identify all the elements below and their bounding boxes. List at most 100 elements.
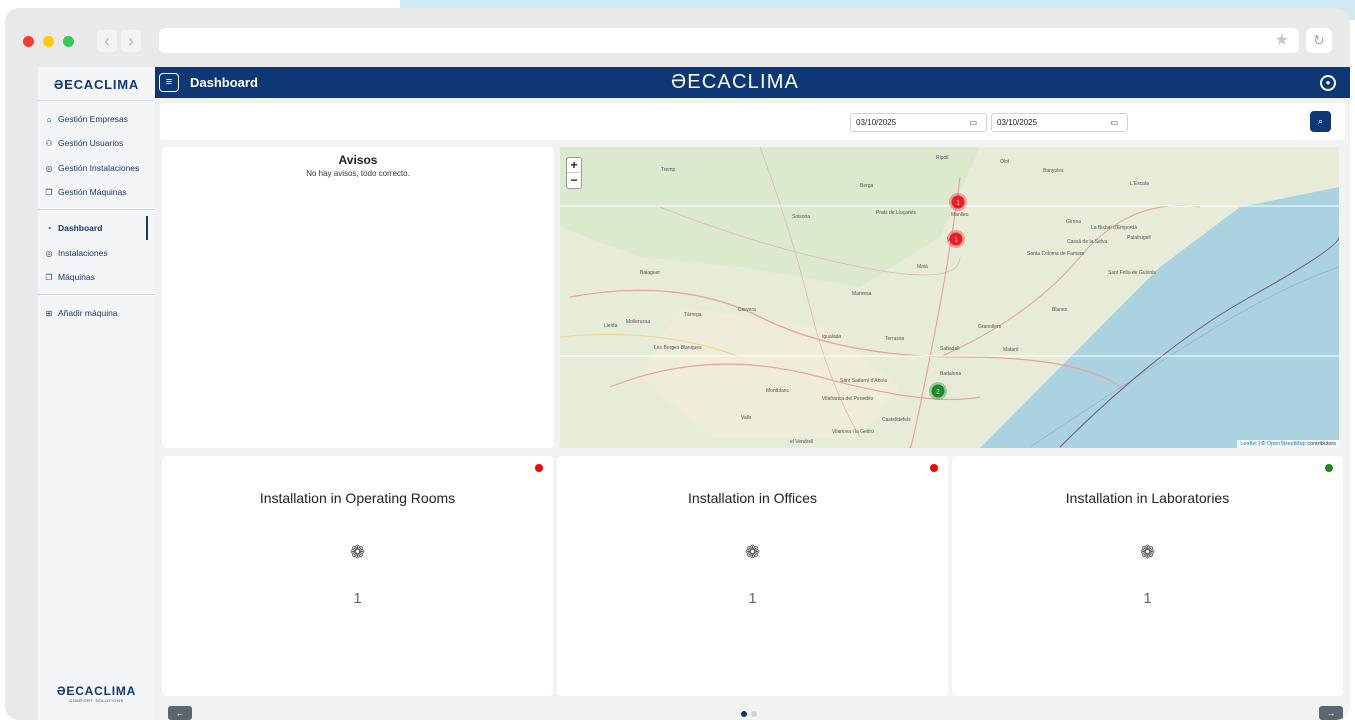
- filter-bar: 03/10/2025 ▭ 03/10/2025 ▭ ⌕: [160, 103, 1345, 140]
- address-bar[interactable]: ★: [159, 28, 1299, 53]
- next-page-button[interactable]: →: [1319, 706, 1343, 720]
- attribution-separator: | ©: [1256, 441, 1267, 447]
- place-label: Sabadell: [940, 346, 959, 352]
- browser-chrome: ‹ › ★ ↻: [5, 8, 1350, 66]
- place-label: Tàrrega: [684, 312, 702, 318]
- leaflet-link[interactable]: Leaflet: [1240, 441, 1257, 447]
- attribution-tail: contributors: [1305, 441, 1336, 447]
- date-to-value: 03/10/2025: [997, 118, 1038, 127]
- map-marker[interactable]: 2: [929, 382, 947, 400]
- machine-count: 1: [748, 590, 757, 607]
- place-label: Manlleu: [951, 212, 969, 218]
- place-label: Les Borges Blanques: [654, 345, 702, 351]
- calendar-icon[interactable]: ▭: [1110, 114, 1118, 131]
- maximize-window-button[interactable]: [63, 36, 74, 47]
- sidebar-item-label: Gestión Instalaciones: [58, 163, 140, 173]
- place-label: el Vendrell: [790, 439, 813, 445]
- page-indicator[interactable]: [751, 711, 757, 717]
- active-indicator: [146, 216, 148, 240]
- alerts-message: No hay avisos, todo correcto.: [306, 169, 410, 178]
- zoom-out-button[interactable]: −: [567, 173, 581, 188]
- close-window-button[interactable]: [23, 36, 34, 47]
- sidebar-item-maquinas[interactable]: ❐ Máquinas: [38, 265, 151, 289]
- machine-count: 1: [1143, 590, 1152, 607]
- date-from-value: 03/10/2025: [856, 118, 897, 127]
- place-label: Olot: [1000, 159, 1010, 165]
- place-label: Banyoles: [1043, 168, 1064, 174]
- map-overlay: Tremp Ripoll Olot Banyoles Berga L'Escal…: [604, 155, 1156, 445]
- sidebar-item-gestion-empresas[interactable]: ⌂ Gestión Empresas: [38, 107, 151, 131]
- sidebar-footer-logo: ƏECACLIMA COMFORT SOLUTIONS: [38, 684, 155, 703]
- sidebar-item-anadir-maquina[interactable]: ⊞ Añadir máquina: [38, 301, 151, 325]
- place-label: Solsona: [792, 214, 810, 220]
- forward-button[interactable]: ›: [121, 30, 141, 52]
- place-label: Ripoll: [936, 155, 949, 161]
- top-bar: ≡ Dashboard ƏECACLIMA ●: [155, 67, 1350, 98]
- location-pin-icon: ◎: [45, 163, 53, 173]
- installation-card[interactable]: Installation in Laboratories ❁ 1: [952, 456, 1343, 696]
- search-icon: ⌕: [1317, 116, 1324, 126]
- place-label: Blanes: [1052, 307, 1068, 313]
- sidebar-item-label: Instalaciones: [58, 248, 108, 258]
- sidebar-logo: ƏECACLIMA: [38, 67, 155, 101]
- place-label: Berga: [860, 183, 874, 189]
- installation-title: Installation in Laboratories: [1065, 490, 1230, 506]
- sidebar-item-label: Gestión Usuarios: [58, 138, 124, 148]
- place-label: Girona: [1066, 219, 1081, 225]
- sidebar-item-gestion-usuarios[interactable]: ⚇ Gestión Usuarios: [38, 131, 151, 155]
- place-label: Montblanc: [766, 388, 790, 394]
- sidebar-item-gestion-maquinas[interactable]: ❐ Gestión Máquinas: [38, 180, 151, 204]
- fan-icon: ❁: [744, 542, 761, 562]
- minimize-window-button[interactable]: [43, 36, 54, 47]
- reload-icon[interactable]: ↻: [1306, 28, 1332, 53]
- browser-window: ‹ › ★ ↻ ƏECACLIMA ⌂ Gestión Empresas ⚇ G…: [5, 8, 1350, 720]
- place-label: Valls: [741, 415, 752, 421]
- sidebar-item-label: Gestión Empresas: [58, 114, 128, 124]
- search-button[interactable]: ⌕: [1310, 111, 1331, 132]
- menu-toggle-button[interactable]: ≡: [159, 73, 179, 92]
- map-marker[interactable]: 1: [949, 193, 967, 211]
- place-label: Mataró: [1003, 347, 1019, 353]
- place-label: La Bisbal d'Empordà: [1091, 225, 1137, 231]
- sidebar-item-instalaciones[interactable]: ◎ Instalaciones: [38, 241, 151, 265]
- date-to-input[interactable]: 03/10/2025 ▭: [991, 113, 1128, 132]
- star-icon[interactable]: ★: [1275, 30, 1289, 51]
- map[interactable]: Tremp Ripoll Olot Banyoles Berga L'Escal…: [560, 147, 1339, 448]
- place-label: Prats de Lluçanès: [876, 210, 917, 216]
- place-label: Badalona: [940, 371, 961, 377]
- user-account-icon[interactable]: ●: [1320, 75, 1336, 91]
- sidebar-item-gestion-instalaciones[interactable]: ◎ Gestión Instalaciones: [38, 156, 151, 180]
- status-indicator: [1325, 464, 1333, 472]
- place-label: Granollers: [978, 324, 1002, 330]
- page-indicator-active[interactable]: [741, 711, 747, 717]
- osm-link[interactable]: OpenStreetMap: [1267, 441, 1306, 447]
- place-label: Vilanova i la Geltrú: [832, 429, 874, 435]
- installation-card[interactable]: Installation in Offices ❁ 1: [557, 456, 948, 696]
- place-label: Mollerussa: [626, 319, 650, 325]
- machine-icon: ❐: [45, 272, 53, 282]
- zoom-in-button[interactable]: +: [567, 158, 581, 173]
- date-from-input[interactable]: 03/10/2025 ▭: [850, 113, 987, 132]
- users-icon: ⚇: [45, 138, 53, 148]
- place-label: Balaguer: [640, 270, 660, 276]
- sidebar-item-dashboard[interactable]: ◔ Dashboard: [38, 216, 151, 240]
- sidebar: ƏECACLIMA ⌂ Gestión Empresas ⚇ Gestión U…: [38, 67, 155, 720]
- status-indicator: [930, 464, 938, 472]
- page-title: Dashboard: [190, 75, 258, 90]
- status-indicator: [535, 464, 543, 472]
- machine-count: 1: [353, 590, 362, 607]
- header-logo: ƏECACLIMA: [671, 71, 800, 93]
- place-label: Terrassa: [885, 336, 904, 342]
- sidebar-item-label: Dashboard: [58, 223, 103, 233]
- place-label: Tremp: [661, 167, 675, 173]
- calendar-icon[interactable]: ▭: [969, 114, 977, 131]
- machine-icon: ❐: [45, 187, 53, 197]
- map-attribution: Leaflet | © OpenStreetMap contributors: [1237, 440, 1339, 448]
- prev-page-button[interactable]: ←: [168, 706, 192, 720]
- place-label: L'Escala: [1130, 181, 1149, 187]
- place-label: Moià: [917, 264, 928, 270]
- place-label: Palafrugell: [1127, 235, 1151, 241]
- installation-card[interactable]: Installation in Operating Rooms ❁ 1: [162, 456, 553, 696]
- back-button[interactable]: ‹: [97, 30, 117, 52]
- map-marker[interactable]: 1: [947, 230, 965, 248]
